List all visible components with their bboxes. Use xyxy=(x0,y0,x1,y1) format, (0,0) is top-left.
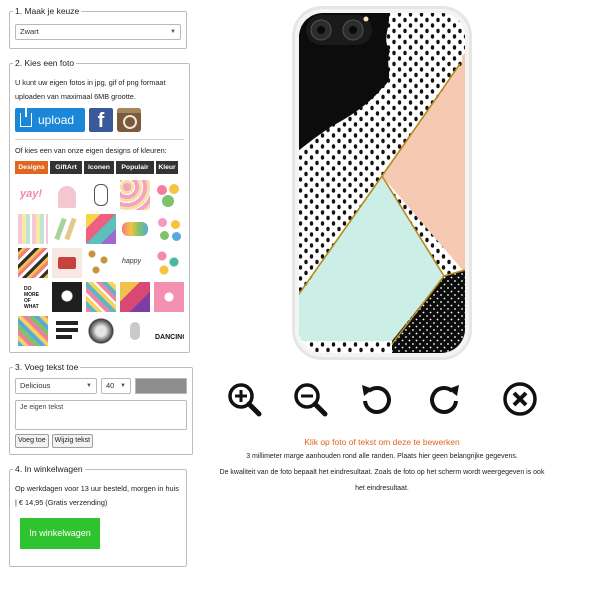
section-cart: 4. In winkelwagen Op werkdagen voor 13 u… xyxy=(9,464,187,567)
delivery-info: Op werkdagen voor 13 uur besteld, morgen… xyxy=(15,484,179,507)
design-thumbnail[interactable] xyxy=(154,180,184,210)
add-to-cart-button[interactable]: In winkelwagen xyxy=(20,518,100,549)
design-thumbnail[interactable] xyxy=(86,214,116,244)
tab-iconen[interactable]: Iconen xyxy=(84,161,114,174)
font-size-select[interactable]: 40 ▼ xyxy=(101,378,131,394)
design-thumbnail[interactable] xyxy=(52,248,82,278)
design-thumbnail[interactable]: happy xyxy=(120,248,150,278)
design-thumbnail[interactable] xyxy=(86,316,116,346)
design-thumbnail[interactable]: yay! xyxy=(18,180,48,210)
chevron-down-icon: ▼ xyxy=(170,29,176,35)
editor-panel: 1. Maak je keuze Zwart ▼ 2. Kies een fot… xyxy=(9,6,193,576)
section-photo-title: 2. Kies een foto xyxy=(15,58,75,68)
rotate-left-icon[interactable] xyxy=(359,381,395,417)
design-thumbnail[interactable] xyxy=(120,282,150,312)
design-thumbnail[interactable] xyxy=(154,214,184,244)
tab-populair[interactable]: Populair xyxy=(116,161,154,174)
editor-tools xyxy=(226,381,542,417)
edit-text-button[interactable]: Wijzig tekst xyxy=(51,434,94,448)
design-thumbnail[interactable] xyxy=(52,214,82,244)
instagram-icon[interactable] xyxy=(117,108,141,132)
design-thumbnail[interactable]: DO MORE OF WHAT xyxy=(18,282,48,312)
color-select[interactable]: Zwart ▼ xyxy=(15,24,181,40)
custom-text-value: Je eigen tekst xyxy=(20,404,64,411)
tab-designs[interactable]: Designs xyxy=(15,161,48,174)
upload-label: upload xyxy=(38,113,75,127)
design-thumbnail[interactable] xyxy=(86,180,116,210)
chevron-down-icon: ▼ xyxy=(86,383,92,389)
upload-row: upload f xyxy=(15,108,184,132)
design-thumbnail[interactable] xyxy=(120,180,150,210)
design-thumbnail[interactable] xyxy=(18,248,48,278)
quality-note-line-2: het eindresultaat. xyxy=(355,485,409,492)
design-thumbnail[interactable] xyxy=(86,248,116,278)
design-thumbnail[interactable] xyxy=(120,316,150,346)
custom-text-field[interactable]: Je eigen tekst xyxy=(15,400,187,430)
section-text-title: 3. Voeg tekst toe xyxy=(15,362,79,372)
design-thumbnail[interactable] xyxy=(154,282,184,312)
rotate-right-icon[interactable] xyxy=(426,381,462,417)
design-thumbnail[interactable] xyxy=(86,282,116,312)
design-thumbnail[interactable] xyxy=(18,214,48,244)
section-text: 3. Voeg tekst toe Delicious ▼ 40 ▼ Je ei… xyxy=(9,362,193,455)
margin-note: 3 millimeter marge aanhouden rond alle r… xyxy=(246,453,518,460)
zoom-in-icon[interactable] xyxy=(226,381,262,417)
design-thumbnail[interactable] xyxy=(52,282,82,312)
font-select-value: Delicious xyxy=(20,381,51,390)
font-select[interactable]: Delicious ▼ xyxy=(15,378,97,394)
design-thumbnail[interactable] xyxy=(120,214,150,244)
design-thumbnails: yay! happy DO MORE OF WHAT DANCIN xyxy=(18,180,184,346)
font-size-value: 40 xyxy=(106,381,115,390)
divider xyxy=(15,139,184,140)
add-text-button[interactable]: Voeg toe xyxy=(15,434,49,448)
upload-button[interactable]: upload xyxy=(15,108,85,132)
section-choice: 1. Maak je keuze Zwart ▼ xyxy=(9,6,187,49)
zoom-out-icon[interactable] xyxy=(292,381,328,417)
remove-icon[interactable] xyxy=(502,381,538,417)
text-buttons: Voeg toe Wijzig tekst xyxy=(15,434,187,448)
edit-hint: Klik op foto of tekst om deze te bewerke… xyxy=(304,437,460,447)
text-options-row: Delicious ▼ 40 ▼ xyxy=(15,378,187,394)
phone-case-preview[interactable] xyxy=(292,6,472,360)
facebook-icon[interactable]: f xyxy=(89,108,113,132)
section-cart-title: 4. In winkelwagen xyxy=(15,464,83,474)
section-choice-title: 1. Maak je keuze xyxy=(15,6,80,16)
design-tabs: Designs GiftArt Iconen Populair Kleur xyxy=(15,161,184,174)
upload-description: U kunt uw eigen fotos in jpg, gif of png… xyxy=(15,78,166,101)
design-thumbnail[interactable] xyxy=(52,316,82,346)
text-color-picker[interactable] xyxy=(135,378,187,394)
section-photo: 2. Kies een foto U kunt uw eigen fotos i… xyxy=(9,58,190,353)
upload-icon xyxy=(20,108,32,127)
color-select-value: Zwart xyxy=(20,27,39,36)
design-thumbnail[interactable] xyxy=(154,248,184,278)
designs-intro: Of kies een van onze eigen designs of kl… xyxy=(15,146,167,155)
phone-case-design[interactable] xyxy=(292,6,472,360)
design-thumbnail[interactable] xyxy=(18,316,48,346)
tab-giftart[interactable]: GiftArt xyxy=(50,161,82,174)
tab-kleur[interactable]: Kleur xyxy=(156,161,178,174)
design-thumbnail[interactable] xyxy=(52,180,82,210)
design-thumbnail[interactable]: DANCING xyxy=(154,316,184,346)
quality-note-line-1: De kwaliteit van de foto bepaalt het ein… xyxy=(219,469,545,476)
chevron-down-icon: ▼ xyxy=(120,383,126,389)
